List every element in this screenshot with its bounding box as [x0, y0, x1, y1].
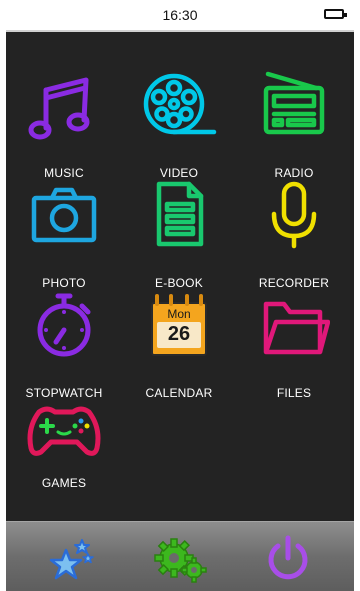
app-label: RADIO	[274, 166, 314, 180]
app-e-book[interactable]: E-BOOK	[124, 180, 234, 290]
film-reel-icon	[143, 73, 217, 135]
gamepad-icon	[27, 406, 101, 456]
camera-icon	[31, 187, 97, 243]
app-games[interactable]: GAMES	[9, 402, 119, 512]
app-files[interactable]: FILES	[239, 290, 349, 400]
app-radio[interactable]: RADIO	[239, 70, 349, 180]
app-label: MUSIC	[44, 166, 84, 180]
stopwatch-icon	[37, 293, 91, 357]
folder-icon	[263, 301, 330, 355]
app-label: RECORDER	[258, 276, 330, 290]
app-label: STOPWATCH	[25, 386, 103, 400]
calendar-day-name: Mon	[167, 307, 191, 321]
document-icon	[156, 181, 204, 247]
status-bar: 16:30	[6, 0, 354, 32]
app-photo[interactable]: PHOTO	[9, 180, 119, 290]
microphone-icon	[271, 181, 317, 249]
app-music[interactable]: MUSIC	[9, 70, 119, 180]
calendar-day-number: 26	[167, 323, 191, 345]
music-note-icon	[28, 77, 90, 140]
app-label: E-BOOK	[155, 276, 203, 290]
power-button[interactable]	[260, 530, 316, 586]
app-calendar[interactable]: Mon 26 CALENDAR	[124, 290, 234, 400]
app-label: PHOTO	[42, 276, 86, 290]
app-video[interactable]: VIDEO	[124, 70, 234, 180]
stars-icon	[49, 539, 94, 580]
app-label: GAMES	[41, 476, 87, 490]
app-stopwatch[interactable]: STOPWATCH	[9, 290, 119, 400]
gears-icon	[154, 538, 207, 583]
radio-icon	[263, 71, 325, 135]
battery-icon	[324, 9, 347, 19]
app-label: VIDEO	[159, 166, 199, 180]
status-time: 16:30	[162, 7, 198, 23]
dock	[6, 521, 354, 591]
calendar-icon: Mon 26	[151, 294, 207, 356]
app-label: FILES	[276, 386, 312, 400]
settings-button[interactable]	[152, 530, 208, 586]
favorites-button[interactable]	[44, 530, 100, 586]
app-recorder[interactable]: RECORDER	[239, 180, 349, 290]
device-screen: 16:30 MUSIC VIDEO RADIO PHOTO E-BOOK REC…	[6, 0, 354, 591]
app-label: CALENDAR	[145, 386, 213, 400]
power-icon	[268, 535, 308, 580]
